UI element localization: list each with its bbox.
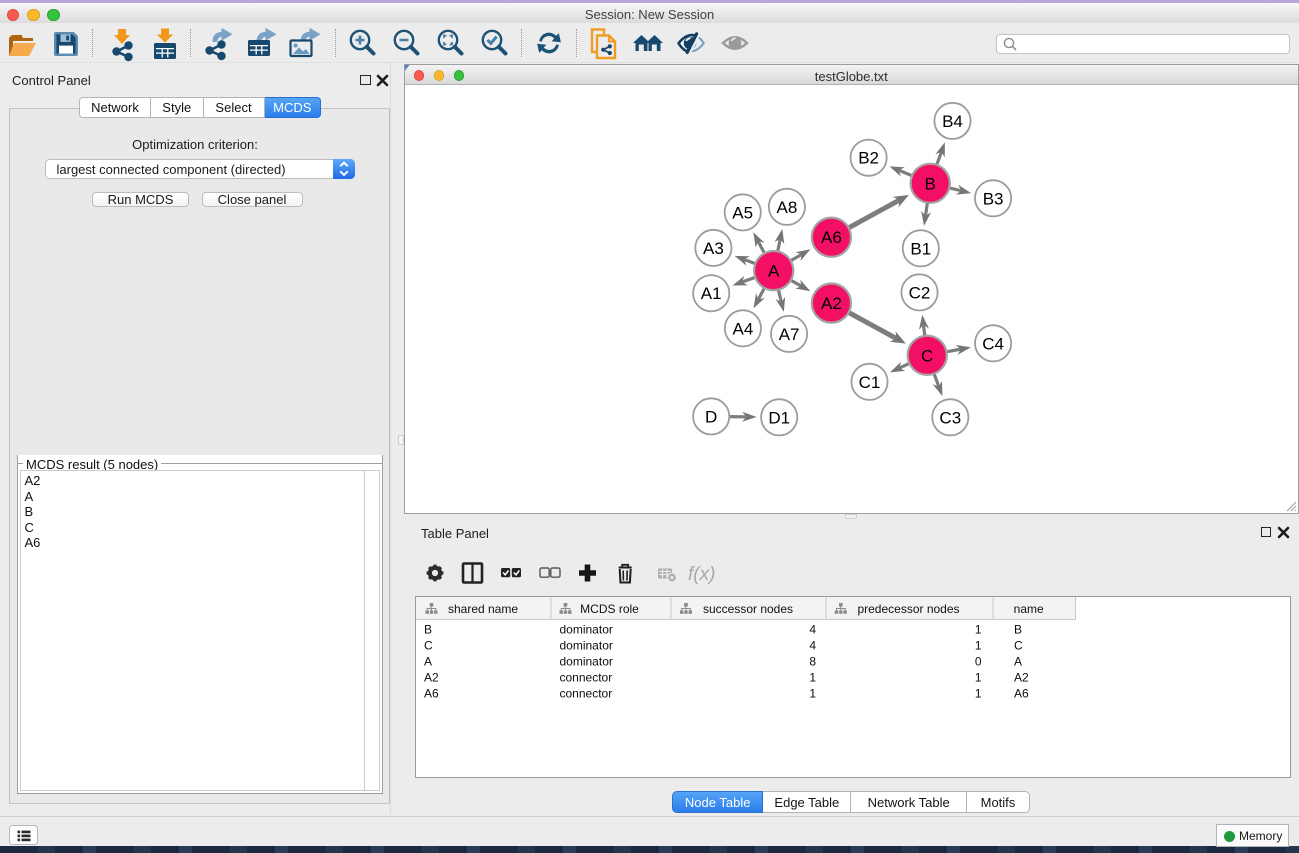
svg-text:A3: A3 <box>703 239 724 258</box>
svg-text:D1: D1 <box>768 408 790 427</box>
svg-text:predecessor nodes: predecessor nodes <box>857 602 959 616</box>
svg-text:successor nodes: successor nodes <box>703 602 793 616</box>
svg-text:C1: C1 <box>858 373 880 392</box>
svg-text:C3: C3 <box>939 408 961 427</box>
svg-text:C: C <box>424 639 433 653</box>
svg-text:B4: B4 <box>942 112 963 131</box>
svg-text:connector: connector <box>560 670 613 684</box>
svg-text:connector: connector <box>560 686 613 700</box>
svg-text:4: 4 <box>809 639 816 653</box>
svg-text:C: C <box>921 346 933 365</box>
svg-text:A: A <box>768 262 780 281</box>
svg-text:B: B <box>924 174 935 193</box>
svg-text:B2: B2 <box>858 149 879 168</box>
svg-text:1: 1 <box>975 670 982 684</box>
svg-text:C: C <box>1014 639 1023 653</box>
svg-text:A5: A5 <box>732 204 753 223</box>
svg-text:D: D <box>705 408 717 427</box>
svg-text:1: 1 <box>975 623 982 637</box>
svg-text:A6: A6 <box>424 686 439 700</box>
svg-text:MCDS role: MCDS role <box>580 602 639 616</box>
svg-text:dominator: dominator <box>560 623 613 637</box>
svg-text:dominator: dominator <box>560 655 613 669</box>
svg-text:dominator: dominator <box>560 639 613 653</box>
svg-text:A6: A6 <box>1014 686 1029 700</box>
svg-text:0: 0 <box>975 655 982 669</box>
svg-text:name: name <box>1014 602 1044 616</box>
svg-text:B3: B3 <box>982 189 1003 208</box>
svg-text:B: B <box>1014 623 1022 637</box>
svg-text:shared name: shared name <box>448 602 518 616</box>
svg-text:A2: A2 <box>821 294 842 313</box>
svg-text:A2: A2 <box>424 670 439 684</box>
svg-text:1: 1 <box>975 639 982 653</box>
svg-text:A6: A6 <box>821 228 842 247</box>
svg-text:A2: A2 <box>1014 670 1029 684</box>
svg-text:A: A <box>424 655 432 669</box>
svg-text:1: 1 <box>975 686 982 700</box>
svg-text:B1: B1 <box>910 239 931 258</box>
svg-text:A4: A4 <box>732 319 753 338</box>
svg-text:8: 8 <box>809 655 816 669</box>
svg-text:C2: C2 <box>908 284 930 303</box>
svg-text:A: A <box>1014 655 1022 669</box>
svg-text:1: 1 <box>809 686 816 700</box>
svg-text:f(x): f(x) <box>688 564 715 585</box>
svg-text:B: B <box>424 623 432 637</box>
svg-text:4: 4 <box>809 623 816 637</box>
svg-text:1: 1 <box>809 670 816 684</box>
svg-text:A7: A7 <box>778 325 799 344</box>
svg-text:C4: C4 <box>982 334 1004 353</box>
svg-text:A8: A8 <box>776 198 797 217</box>
svg-text:A1: A1 <box>700 284 721 303</box>
